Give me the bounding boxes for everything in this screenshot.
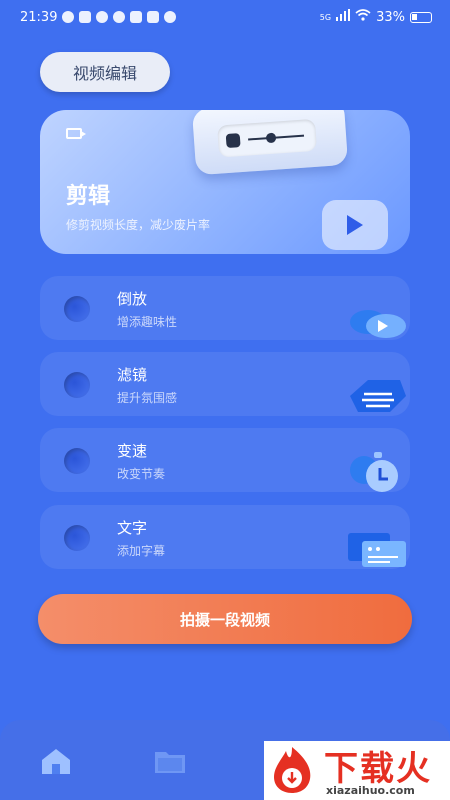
notification-icon bbox=[113, 11, 126, 23]
filter-layers-icon bbox=[350, 380, 406, 412]
flame-logo-icon bbox=[274, 747, 311, 793]
feature-subtitle: 添加字幕 bbox=[117, 544, 166, 558]
home-icon[interactable] bbox=[38, 746, 74, 776]
watermark-url: xiazaihuo.com bbox=[326, 784, 415, 797]
clip-title: 剪辑 bbox=[66, 184, 111, 209]
android-icon bbox=[164, 11, 177, 23]
play-icon bbox=[322, 200, 388, 250]
pause-knob-icon bbox=[225, 133, 241, 149]
wifi-icon bbox=[355, 9, 371, 25]
feature-subtitle: 提升氛围感 bbox=[117, 391, 178, 405]
feature-title: 滤镜 bbox=[117, 366, 148, 384]
slider-thumb bbox=[265, 132, 277, 144]
weibo-icon bbox=[62, 11, 75, 23]
feature-title: 变速 bbox=[117, 442, 148, 460]
feature-subtitle: 增添趣味性 bbox=[117, 315, 178, 329]
radio-dot-icon bbox=[64, 372, 90, 398]
folder-icon[interactable] bbox=[152, 746, 188, 776]
app-notification-icon bbox=[130, 11, 143, 23]
subtitle-text-icon bbox=[348, 533, 406, 567]
watermark-text: 下载火 bbox=[324, 749, 432, 789]
news-icon bbox=[147, 11, 160, 23]
feature-item-reverse[interactable]: 倒放 增添趣味性 bbox=[40, 276, 410, 340]
watermark: 下载火 xiazaihuo.com bbox=[264, 741, 450, 800]
video-camera-icon bbox=[66, 128, 86, 139]
signal-icon bbox=[336, 9, 351, 25]
radio-dot-icon bbox=[64, 296, 90, 322]
feature-item-speed[interactable]: 变速 改变节奏 bbox=[40, 428, 410, 492]
feature-item-filter[interactable]: 滤镜 提升氛围感 bbox=[40, 352, 410, 416]
feature-title: 倒放 bbox=[117, 290, 148, 308]
app-notification-icon bbox=[79, 11, 92, 23]
feature-subtitle: 改变节奏 bbox=[117, 467, 166, 481]
radio-dot-icon bbox=[64, 448, 90, 474]
feature-item-text[interactable]: 文字 添加字幕 bbox=[40, 505, 410, 569]
record-video-button[interactable]: 拍摄一段视频 bbox=[38, 594, 412, 644]
cloud-play-icon bbox=[350, 310, 406, 338]
status-time: 21:39 bbox=[20, 9, 58, 25]
slider-graphic bbox=[217, 118, 318, 158]
chat-icon bbox=[96, 11, 109, 23]
status-left: 21:39 bbox=[20, 9, 177, 25]
battery-percent: 33% bbox=[376, 9, 405, 25]
status-bar: 21:39 5G 33% bbox=[0, 0, 450, 34]
tab-video-edit[interactable]: 视频编辑 bbox=[40, 52, 170, 92]
network-label: 5G bbox=[319, 12, 332, 22]
clip-subtitle: 修剪视频长度，减少废片率 bbox=[66, 218, 211, 232]
slider-illustration bbox=[191, 110, 349, 176]
feature-title: 文字 bbox=[117, 519, 148, 537]
battery-icon bbox=[410, 11, 432, 23]
status-right: 5G 33% bbox=[320, 9, 432, 25]
clip-feature-card[interactable]: 剪辑 修剪视频长度，减少废片率 bbox=[40, 110, 410, 254]
speed-clock-icon bbox=[350, 452, 398, 492]
radio-dot-icon bbox=[64, 525, 90, 551]
